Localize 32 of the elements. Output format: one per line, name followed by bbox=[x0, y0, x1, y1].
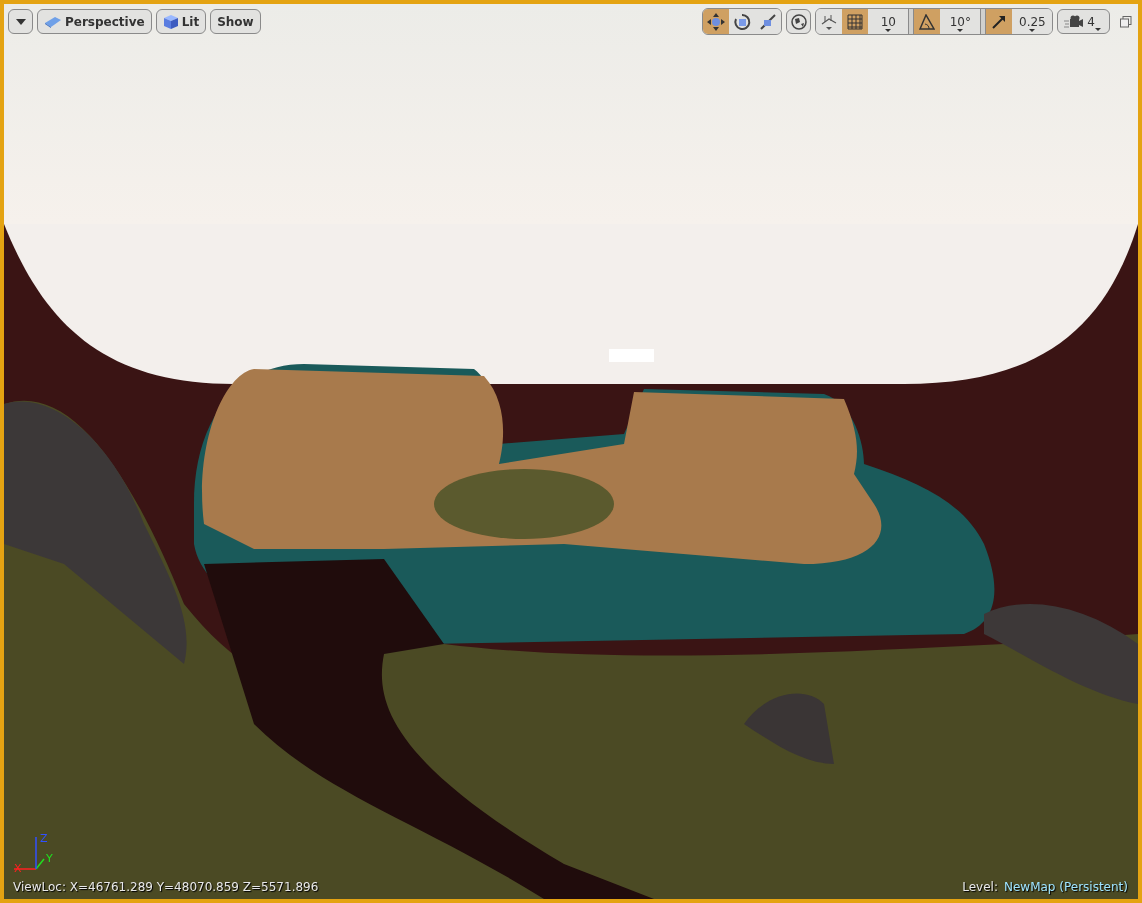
angle-icon bbox=[919, 13, 936, 30]
rotation-snap-toggle[interactable] bbox=[914, 9, 941, 34]
level-label: Level: bbox=[962, 880, 998, 894]
axis-label: Z bbox=[40, 833, 48, 844]
plane-icon bbox=[44, 15, 62, 28]
dropdown-button[interactable] bbox=[8, 9, 33, 34]
grid-snap-toggle[interactable] bbox=[842, 9, 869, 34]
rotate-icon bbox=[733, 12, 752, 31]
caret-icon bbox=[885, 29, 892, 32]
caret-icon bbox=[15, 18, 26, 25]
grid-icon bbox=[847, 13, 864, 30]
translate-tool-button[interactable] bbox=[703, 9, 730, 34]
globe-icon bbox=[790, 13, 807, 30]
show-button[interactable]: Show bbox=[210, 9, 261, 34]
surface-snap-icon bbox=[820, 13, 839, 30]
level-name: NewMap (Persistent) bbox=[1003, 880, 1128, 894]
caret-icon bbox=[957, 29, 964, 32]
caret-icon bbox=[1095, 28, 1101, 31]
cube-icon bbox=[162, 13, 179, 30]
caret-icon bbox=[1029, 29, 1036, 32]
perspective-button[interactable]: Perspective bbox=[37, 9, 152, 34]
restore-icon[interactable] bbox=[1120, 15, 1132, 28]
movie-camera-icon bbox=[1064, 14, 1085, 29]
axis-label: Y bbox=[46, 853, 53, 864]
view-location-text: ViewLoc: X=46761.289 Y=48070.859 Z=5571.896 bbox=[13, 880, 319, 894]
camera-speed-dropdown[interactable]: 4 bbox=[1057, 9, 1110, 34]
scale-icon bbox=[759, 12, 778, 31]
move-arrows-icon bbox=[707, 12, 726, 31]
diagonal-arrow-icon bbox=[991, 13, 1008, 30]
world-space-button[interactable] bbox=[786, 9, 812, 34]
scale-snap-toggle[interactable] bbox=[986, 9, 1013, 34]
lit-button[interactable]: Lit bbox=[155, 9, 207, 34]
